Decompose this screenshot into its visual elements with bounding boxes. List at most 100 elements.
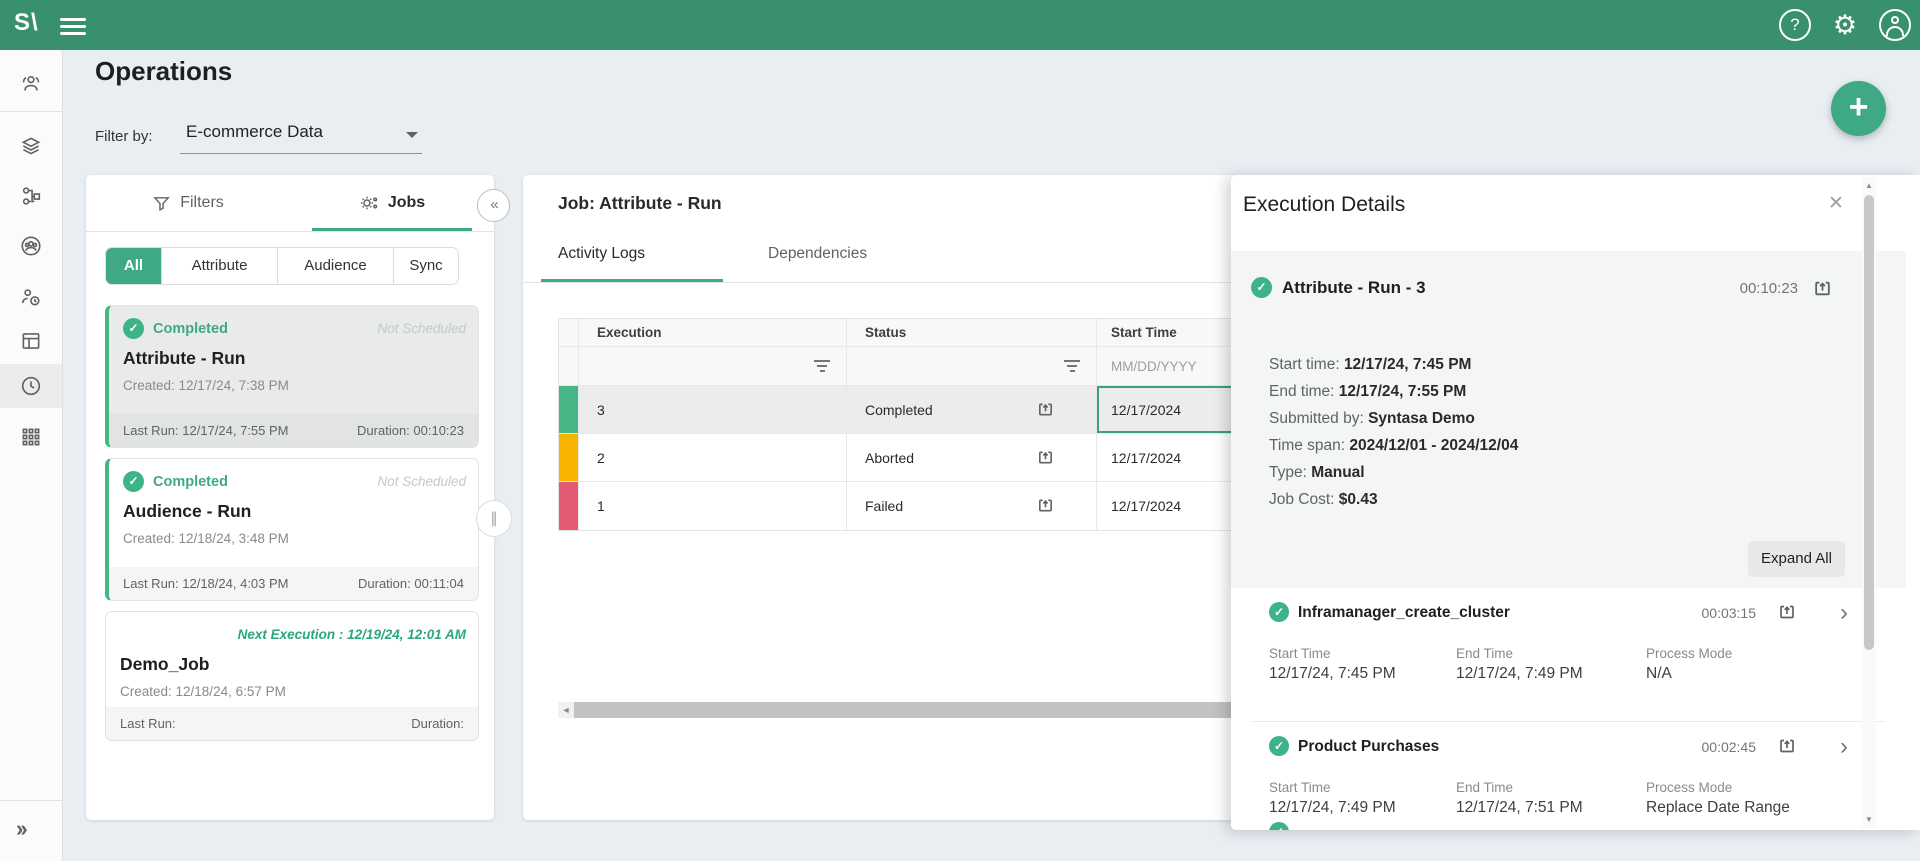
- table-filter-row: MM/DD/YYYY: [559, 347, 1240, 386]
- scroll-down-arrow-icon[interactable]: [1862, 815, 1876, 824]
- job-card-attribute-run[interactable]: Completed Not Scheduled Attribute - Run …: [105, 305, 479, 448]
- execution-filter-cell[interactable]: [579, 347, 847, 385]
- job-card-audience-run[interactable]: Completed Not Scheduled Audience - Run C…: [105, 458, 479, 601]
- start-time-text: 12/17/2024: [1111, 450, 1181, 466]
- job-card-demo-job[interactable]: Next Execution : 12/19/24, 12:01 AM Demo…: [105, 611, 479, 741]
- panel-resize-handle[interactable]: [476, 500, 512, 537]
- rail-bottom-divider: [0, 800, 62, 801]
- nav-user-activity-icon[interactable]: [0, 275, 62, 319]
- account-head-glyph: [1891, 16, 1899, 24]
- schedule-note: Not Scheduled: [377, 321, 466, 336]
- horizontal-scroll-thumb[interactable]: [574, 702, 1234, 718]
- open-log-icon[interactable]: [1037, 401, 1054, 418]
- job-card-footer: Last Run: Duration:: [106, 707, 478, 740]
- next-execution-note: Next Execution : 12/19/24, 12:01 AM: [238, 627, 466, 642]
- execution-cell[interactable]: 1: [579, 482, 847, 530]
- project-filter-select[interactable]: E-commerce Data: [180, 120, 422, 154]
- start-time-cell[interactable]: 12/17/2024: [1097, 434, 1240, 481]
- status-cell[interactable]: Failed: [847, 482, 1097, 530]
- chevron-right-icon[interactable]: [1840, 733, 1848, 761]
- table-row[interactable]: 2 Aborted 12/17/2024: [559, 434, 1240, 482]
- status-text: Failed: [865, 498, 903, 514]
- hamburger-menu-icon[interactable]: [60, 14, 86, 36]
- scroll-left-arrow-icon[interactable]: [558, 705, 574, 715]
- chip-attribute[interactable]: Attribute: [162, 248, 278, 284]
- tab-activity-logs[interactable]: Activity Logs: [558, 245, 645, 263]
- status-text: Aborted: [865, 450, 914, 466]
- check-circle-icon: [123, 471, 144, 492]
- close-icon[interactable]: [1823, 191, 1849, 217]
- active-tab-underline: [312, 228, 471, 231]
- execution-duration: 00:10:23: [1740, 280, 1798, 297]
- open-log-icon[interactable]: [1778, 737, 1796, 755]
- start-time-column-header[interactable]: Start Time: [1097, 319, 1240, 346]
- field-type: Type: Manual: [1269, 459, 1518, 486]
- schedule-note: Not Scheduled: [377, 474, 466, 489]
- step-process-mode: Process Mode N/A: [1646, 646, 1732, 683]
- vertical-scrollbar[interactable]: [1862, 177, 1876, 828]
- open-log-icon[interactable]: [1037, 497, 1054, 514]
- chevron-right-icon[interactable]: [1840, 599, 1848, 627]
- nav-teams-icon[interactable]: [0, 62, 62, 106]
- table-row[interactable]: 3 Completed 12/17/2024: [559, 386, 1240, 434]
- vertical-scroll-thumb[interactable]: [1864, 195, 1874, 650]
- filter-list-icon[interactable]: [1064, 360, 1080, 372]
- chip-all[interactable]: All: [106, 248, 162, 284]
- settings-gear-icon[interactable]: [1829, 9, 1861, 41]
- account-icon[interactable]: [1879, 9, 1911, 41]
- tab-jobs[interactable]: Jobs: [290, 175, 494, 231]
- table-row[interactable]: 1 Failed 12/17/2024: [559, 482, 1240, 530]
- expand-rail-icon[interactable]: [16, 816, 25, 842]
- status-cell[interactable]: Completed: [847, 386, 1097, 433]
- nav-boards-icon[interactable]: [0, 319, 62, 363]
- job-card-created: Created: 12/17/24, 7:38 PM: [123, 378, 289, 393]
- execution-summary-section: Attribute - Run - 3 00:10:23 Start time:…: [1231, 251, 1906, 588]
- rail-divider: [0, 111, 62, 112]
- tab-filters[interactable]: Filters: [86, 175, 290, 231]
- add-job-button[interactable]: [1831, 81, 1886, 136]
- job-last-run: Last Run: 12/18/24, 4:03 PM: [123, 576, 289, 591]
- start-time-text: 12/17/2024: [1111, 402, 1181, 418]
- status-column-header[interactable]: Status: [847, 319, 1097, 346]
- collapse-panel-button[interactable]: [477, 189, 510, 222]
- job-status: Completed: [153, 474, 228, 490]
- horizontal-scrollbar[interactable]: [558, 702, 1240, 718]
- status-filter-cell[interactable]: [847, 347, 1097, 385]
- open-log-icon[interactable]: [1037, 449, 1054, 466]
- help-icon[interactable]: [1779, 9, 1811, 41]
- step-end-time: End Time 12/17/24, 7:51 PM: [1456, 780, 1583, 817]
- filter-list-icon[interactable]: [814, 360, 830, 372]
- nav-layers-icon[interactable]: [0, 124, 62, 168]
- status-cell[interactable]: Aborted: [847, 434, 1097, 481]
- nav-pipeline-icon[interactable]: [0, 174, 62, 218]
- open-log-icon[interactable]: [1778, 603, 1796, 621]
- start-time-cell[interactable]: 12/17/2024: [1097, 386, 1240, 433]
- nav-community-icon[interactable]: [0, 224, 62, 268]
- execution-cell[interactable]: 3: [579, 386, 847, 433]
- execution-name: Attribute - Run - 3: [1282, 278, 1426, 298]
- job-card-title: Attribute - Run: [123, 348, 245, 369]
- date-filter-cell[interactable]: MM/DD/YYYY: [1097, 347, 1240, 385]
- execution-column-header[interactable]: Execution: [579, 319, 847, 346]
- nav-operations-clock-icon[interactable]: [0, 364, 62, 408]
- start-time-cell[interactable]: 12/17/2024: [1097, 482, 1240, 530]
- field-submitted-by: Submitted by: Syntasa Demo: [1269, 405, 1518, 432]
- job-card-title: Audience - Run: [123, 501, 251, 522]
- step-end-time: End Time 12/17/24, 7:49 PM: [1456, 646, 1583, 683]
- date-filter-placeholder: MM/DD/YYYY: [1111, 359, 1197, 374]
- step-product-purchases[interactable]: Product Purchases 00:02:45 Start Time 12…: [1231, 722, 1906, 830]
- execution-cell[interactable]: 2: [579, 434, 847, 481]
- field-start-time: Start time: 12/17/24, 7:45 PM: [1269, 351, 1518, 378]
- table-header-row: Execution Status Start Time: [559, 319, 1240, 347]
- chip-audience[interactable]: Audience: [278, 248, 394, 284]
- scroll-up-arrow-icon[interactable]: [1862, 181, 1876, 190]
- field-time-span: Time span: 2024/12/01 - 2024/12/04: [1269, 432, 1518, 459]
- expand-all-button[interactable]: Expand All: [1748, 541, 1845, 577]
- nav-apps-grid-icon[interactable]: [0, 415, 62, 459]
- nav-rail: [0, 50, 63, 861]
- step-inframanager-create-cluster[interactable]: Inframanager_create_cluster 00:03:15 Sta…: [1231, 588, 1906, 722]
- chip-sync[interactable]: Sync: [394, 248, 458, 284]
- tab-dependencies[interactable]: Dependencies: [768, 245, 867, 263]
- status-text: Completed: [865, 402, 933, 418]
- open-log-icon[interactable]: [1813, 279, 1832, 298]
